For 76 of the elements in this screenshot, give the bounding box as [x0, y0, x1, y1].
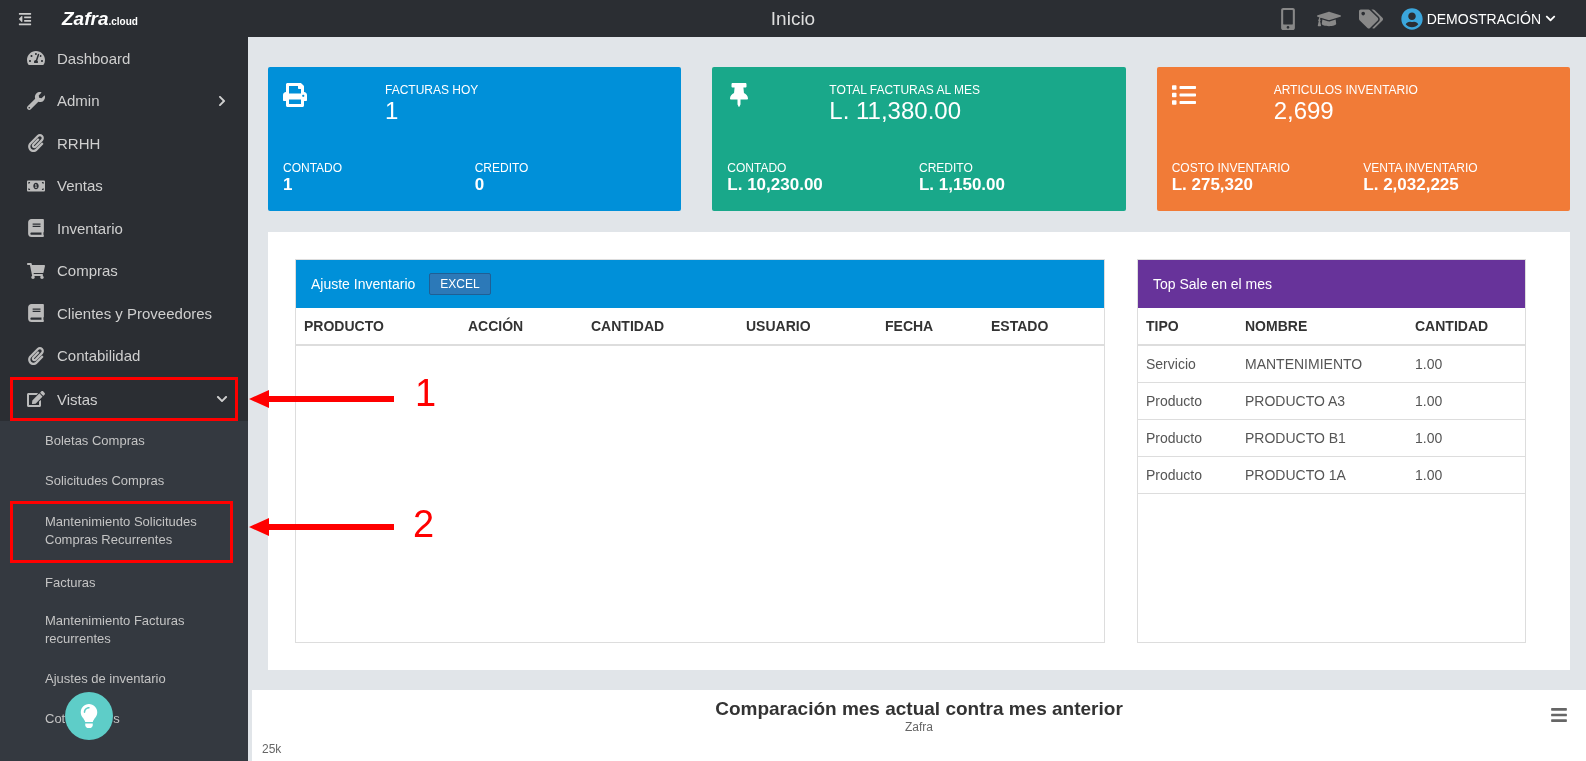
submenu-item[interactable]: Mantenimiento Solicitudes Compras Recurrentes [10, 501, 233, 563]
table-cell-text: MANTENIMIENTO [1245, 356, 1364, 372]
panel-title: Top Sale en el mes [1153, 276, 1273, 292]
paperclip-icon [27, 346, 45, 365]
stat-label: CONTADO [283, 161, 344, 175]
book-icon [27, 304, 45, 323]
table-cell-text: Producto [1146, 430, 1204, 446]
card-title: FACTURAS HOY [385, 83, 480, 97]
sidebar-toggle-icon[interactable] [18, 11, 32, 26]
chevron-down-icon [1545, 13, 1556, 24]
chart-subtitle: Zafra [905, 720, 933, 734]
card-icon [283, 83, 307, 107]
stat-label: CONTADO [727, 161, 788, 175]
card-value: 1 [385, 97, 400, 125]
tags-icon[interactable] [1358, 6, 1383, 31]
column-header: TIPO [1146, 318, 1180, 334]
submenu-item[interactable]: Cot [45, 710, 66, 728]
chevron-down-icon [216, 393, 228, 405]
user-menu[interactable]: DEMOSTRACIÓN [1400, 7, 1556, 30]
column-header: ESTADO [991, 318, 1050, 334]
excel-button[interactable]: EXCEL [429, 273, 491, 295]
annotation-number: 2 [413, 503, 435, 546]
column-header: ACCIÓN [468, 318, 525, 334]
stat-label: CREDITO [919, 161, 974, 175]
submenu-item[interactable]: Ajustes de inventario [0, 659, 248, 699]
stat-value: L. 275,320 [1171, 175, 1254, 195]
table-cell-text: PRODUCTO B1 [1245, 430, 1347, 446]
menu-icon[interactable] [1550, 706, 1568, 724]
column-header: PRODUCTO [304, 318, 385, 334]
column-header: CANTIDAD [591, 318, 666, 334]
column-header: NOMBRE [1245, 318, 1309, 334]
annotation-number: 1 [415, 372, 437, 415]
card-title: ARTICULOS INVENTARIO [1273, 83, 1419, 97]
chart-title: Comparación mes actual contra mes anterior [715, 698, 1123, 720]
submenu-item[interactable]: s [113, 710, 120, 728]
table-cell-text: 1.00 [1415, 356, 1444, 372]
column-header: USUARIO [746, 318, 812, 334]
stat-value: L. 2,032,225 [1363, 175, 1460, 195]
table-cell-text: 1.00 [1415, 393, 1444, 409]
page-title: Inicio [770, 7, 816, 30]
table-cell-text: Servicio [1146, 356, 1197, 372]
logo: Zafra.cloud [62, 7, 138, 30]
panel-title: Ajuste Inventario [311, 276, 416, 292]
card-icon [1171, 83, 1196, 107]
card-value: 2,699 [1273, 97, 1335, 125]
stat-value: L. 10,230.00 [727, 175, 824, 195]
submenu-item[interactable]: Mantenimiento Facturas recurrentes [0, 603, 248, 659]
stat-value: L. 1,150.00 [919, 175, 1006, 195]
avatar-icon [1400, 7, 1423, 30]
sidebar-item[interactable]: Vistas [10, 377, 238, 421]
table-cell-text: 1.00 [1415, 467, 1444, 483]
column-header: FECHA [885, 318, 935, 334]
stat-label: VENTA INVENTARIO [1363, 161, 1479, 175]
column-header: CANTIDAD [1415, 318, 1490, 334]
card-value: L. 11,380.00 [829, 97, 962, 125]
stat-value: 1 [283, 175, 294, 195]
card-title: TOTAL FACTURAS AL MES [829, 83, 982, 97]
stat-label: COSTO INVENTARIO [1171, 161, 1291, 175]
table-cell-text: Producto [1146, 467, 1204, 483]
stat-value: 0 [474, 175, 486, 195]
table-cell-text: PRODUCTO A3 [1245, 393, 1347, 409]
table-cell-text: 1.00 [1415, 430, 1444, 446]
table-cell-text: Producto [1146, 393, 1204, 409]
axis-tick: 25k [262, 742, 282, 756]
table-cell-text: PRODUCTO 1A [1245, 467, 1347, 483]
cart-icon [27, 261, 45, 280]
submenu-item[interactable]: Facturas [0, 563, 248, 603]
gauge-icon [27, 49, 45, 68]
edit-icon [27, 390, 45, 408]
paperclip-icon [27, 134, 45, 153]
book-icon [27, 219, 45, 238]
submenu-item[interactable]: Solicitudes Compras [0, 461, 248, 501]
stat-label: CREDITO [474, 161, 530, 175]
chevron-right-icon [216, 94, 228, 107]
submenu-item[interactable]: Boletas Compras [0, 421, 248, 461]
wrench-icon [27, 91, 45, 110]
